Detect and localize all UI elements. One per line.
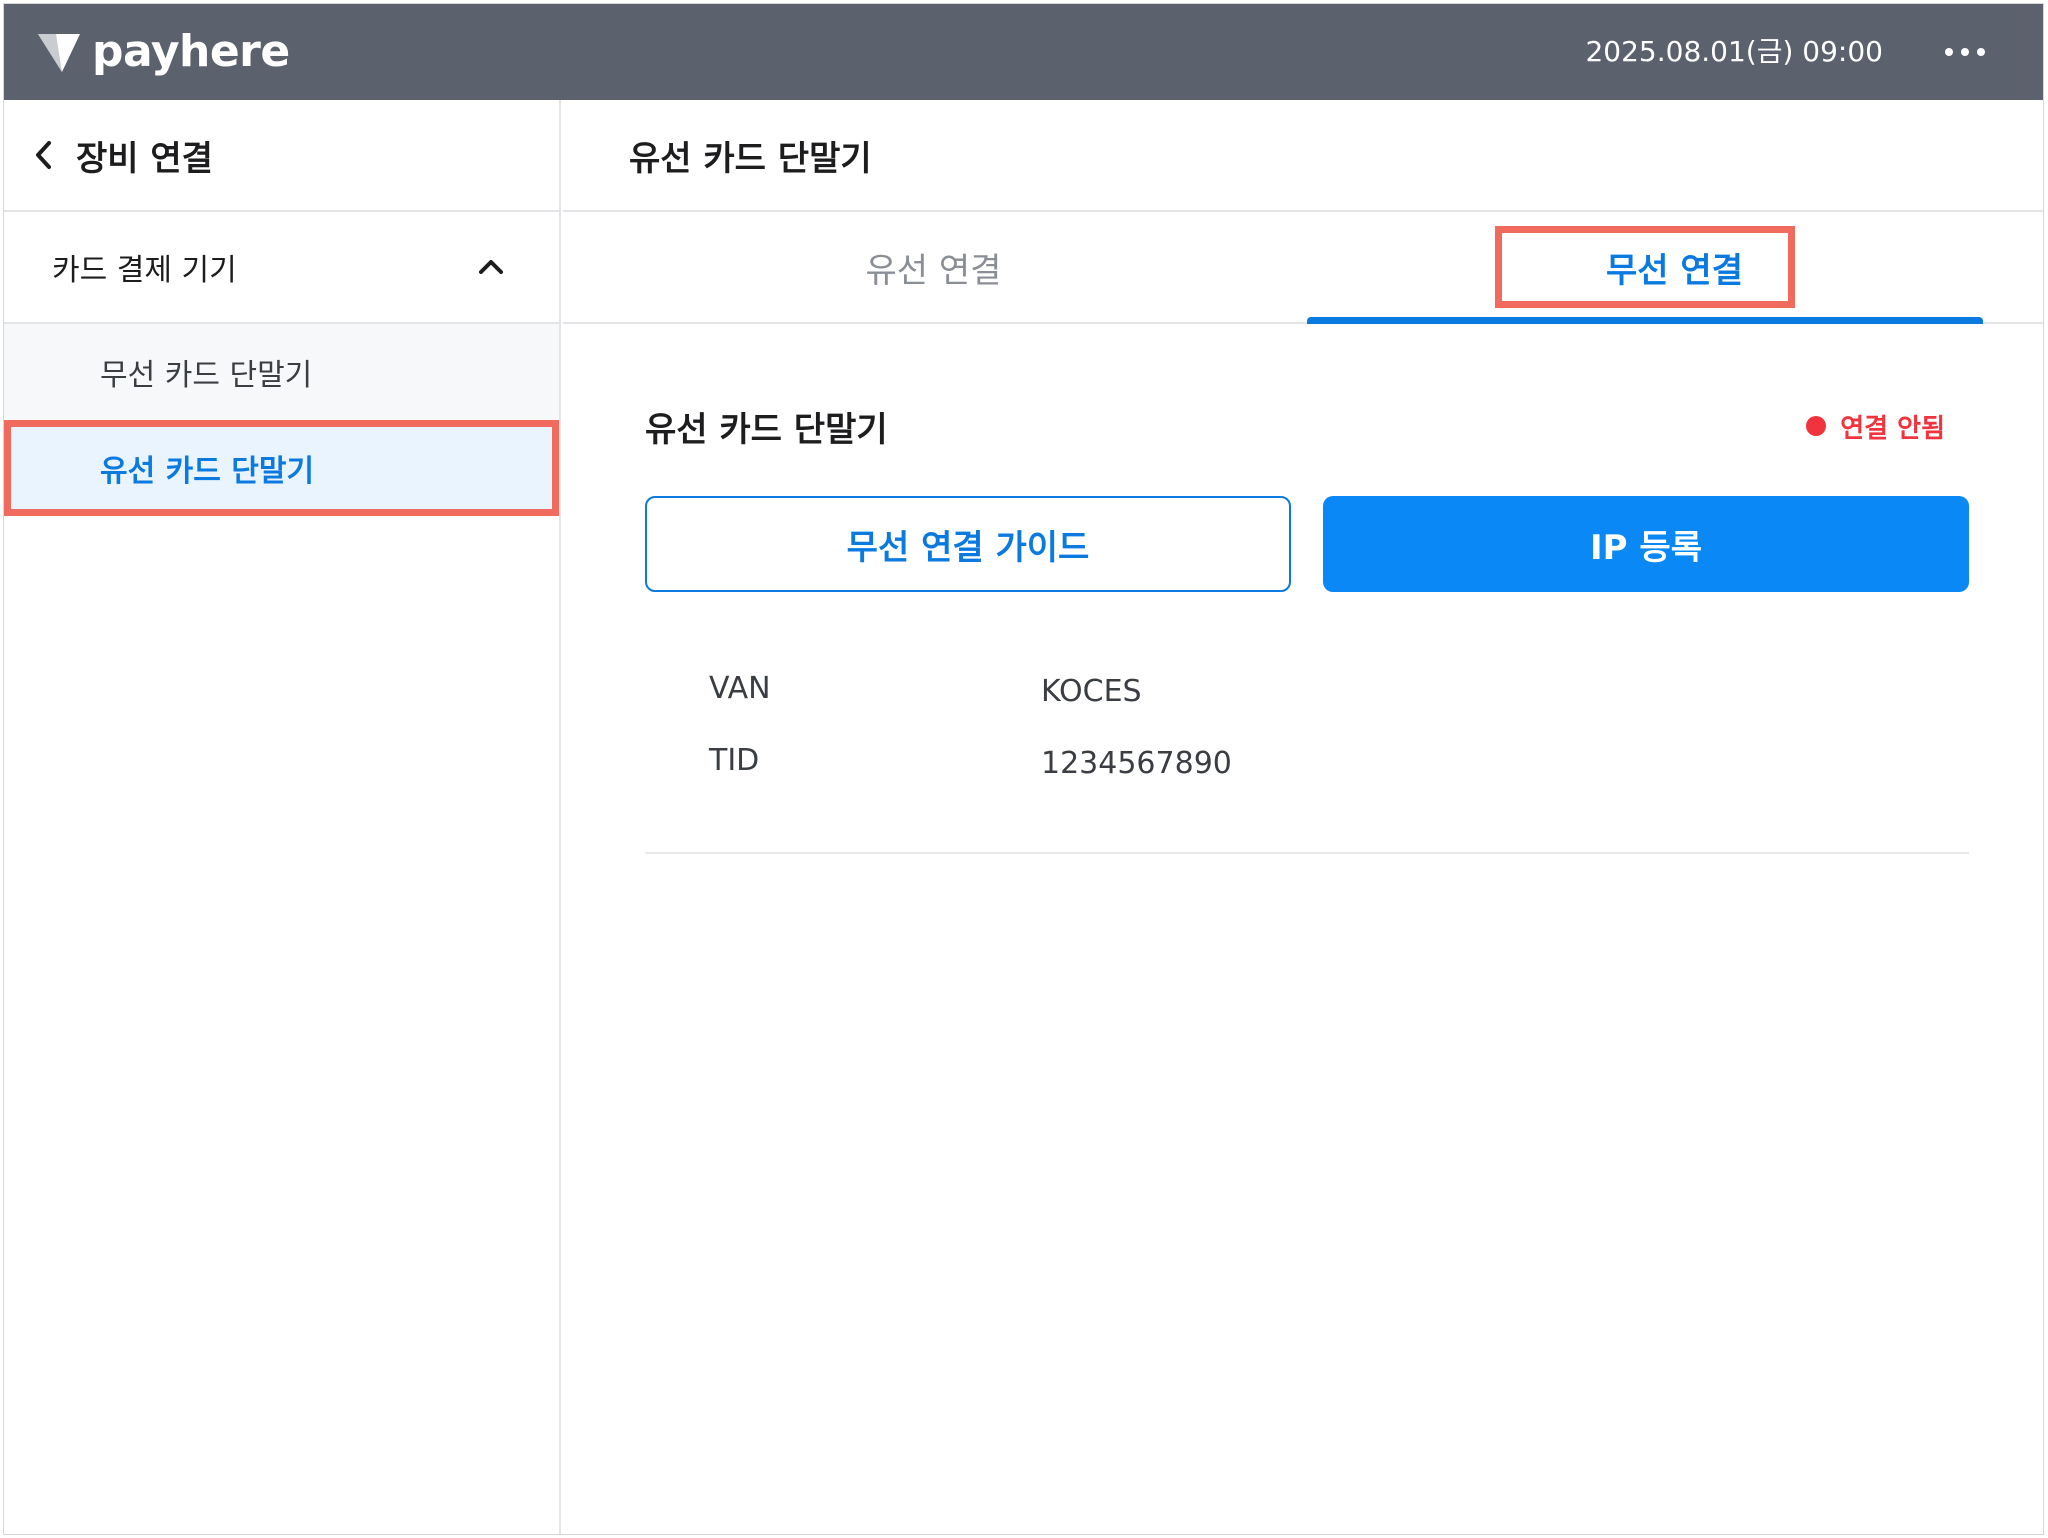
top-bar: payhere 2025.08.01(금) 09:00: [4, 4, 2043, 100]
payhere-logo-icon: [38, 34, 80, 72]
sidebar-item-wireless-terminal[interactable]: 무선 카드 단말기: [4, 324, 559, 420]
device-row: 유선 카드 단말기 연결 안됨: [645, 400, 1969, 452]
device-section: 유선 카드 단말기 연결 안됨 무선 연결 가이드 IP 등록 VAN KOCE…: [645, 400, 1969, 854]
main-header: 유선 카드 단말기: [563, 100, 2043, 212]
more-options-icon[interactable]: [1945, 42, 1985, 62]
sidebar-title: 장비 연결: [76, 138, 213, 179]
sidebar: 장비 연결 카드 결제 기기 무선 카드 단말기 유선 카드 단말기: [4, 100, 561, 1534]
sidebar-item-label: 무선 카드 단말기: [100, 358, 313, 393]
sidebar-group-label: 카드 결제 기기: [52, 253, 237, 288]
logo: payhere: [36, 30, 290, 74]
status-badge: 연결 안됨: [1806, 408, 1945, 445]
wireless-guide-button[interactable]: 무선 연결 가이드: [645, 496, 1291, 592]
divider: [645, 852, 1969, 854]
status-dot-icon: [1806, 416, 1827, 436]
tab-label: 유선 연결: [865, 250, 1002, 291]
datetime: 2025.08.01(금) 09:00: [1585, 35, 1883, 68]
info-value: KOCES: [1041, 673, 1142, 709]
device-info: VAN KOCES TID 1234567890: [645, 652, 1969, 796]
back-arrow-icon[interactable]: [34, 137, 62, 173]
sidebar-item-wired-terminal[interactable]: 유선 카드 단말기: [4, 420, 559, 516]
connection-tabs: 유선 연결 무선 연결: [563, 212, 2043, 324]
main-panel: 유선 카드 단말기 유선 연결 무선 연결 유선 카드 단말기 연결 안됨 무선…: [563, 100, 2043, 1534]
chevron-up-icon: [479, 260, 503, 274]
info-value: 1234567890: [1041, 745, 1232, 781]
sidebar-header: 장비 연결: [4, 100, 559, 212]
active-tab-indicator: [1307, 317, 1983, 324]
device-name: 유선 카드 단말기: [645, 409, 888, 450]
app-frame: payhere 2025.08.01(금) 09:00 장비 연결 카드 결제 …: [3, 3, 2044, 1535]
tab-wired-connection[interactable]: 유선 연결: [563, 212, 1304, 322]
info-row-tid: TID 1234567890: [709, 724, 1969, 796]
info-row-van: VAN KOCES: [709, 652, 1969, 724]
sidebar-group-card-payment[interactable]: 카드 결제 기기: [4, 212, 559, 324]
info-key: TID: [709, 742, 760, 778]
status-text: 연결 안됨: [1840, 413, 1945, 444]
ip-register-button[interactable]: IP 등록: [1323, 496, 1969, 592]
logo-text: payhere: [92, 26, 290, 77]
sidebar-item-label: 유선 카드 단말기: [100, 454, 315, 489]
action-buttons: 무선 연결 가이드 IP 등록: [645, 496, 1969, 592]
highlight-box: [1495, 226, 1795, 308]
page-title: 유선 카드 단말기: [629, 138, 872, 179]
info-key: VAN: [709, 670, 771, 706]
